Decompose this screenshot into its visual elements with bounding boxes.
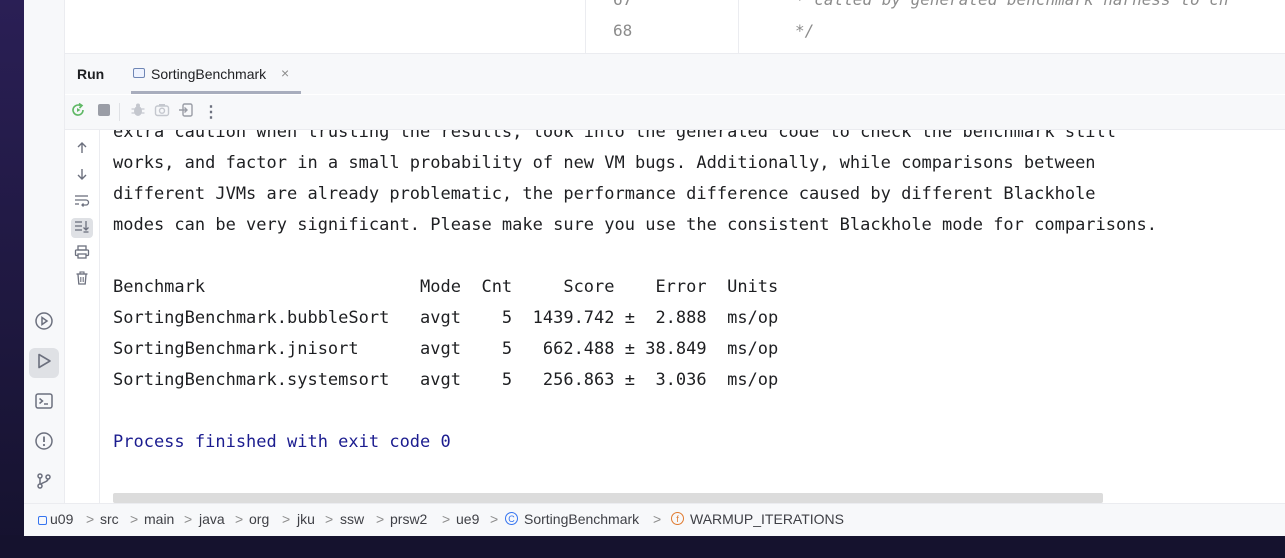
tab-label: SortingBenchmark (151, 66, 267, 82)
close-icon[interactable]: × (281, 65, 289, 81)
breadcrumb-item-field[interactable]: WARMUP_ITERATIONS (690, 511, 844, 527)
module-icon (38, 516, 47, 525)
breadcrumb-separator: > (86, 511, 95, 527)
benchmark-result-row: SortingBenchmark.bubbleSort avgt 5 1439.… (113, 308, 779, 328)
breadcrumb-item-jku[interactable]: jku (297, 511, 315, 527)
services-icon (34, 311, 54, 336)
run-panel-title: Run (77, 66, 105, 82)
line-number: 68 (613, 21, 633, 40)
code-editor[interactable]: 67 68 * called by generated benchmark ha… (65, 0, 1285, 54)
status-bar: u09 > src > main > java > org > jku > ss… (24, 503, 1285, 536)
breadcrumb-separator: > (325, 511, 334, 527)
breadcrumb-separator: > (376, 511, 385, 527)
code-line: * called by generated benchmark harness … (795, 0, 1228, 9)
gutter-divider (585, 0, 586, 53)
toolbar-divider (119, 103, 120, 121)
run-tool-button[interactable] (29, 348, 59, 378)
rerun-icon (70, 102, 86, 123)
breadcrumb-item-u09[interactable]: u09 (50, 511, 73, 527)
field-icon: f (671, 512, 684, 525)
console-line: modes can be very significant. Please ma… (113, 215, 1157, 235)
soft-wrap-icon (74, 193, 90, 212)
tab-sorting-benchmark[interactable]: SortingBenchmark × (131, 54, 301, 94)
stop-button[interactable] (95, 103, 113, 121)
breadcrumb-item-ue9[interactable]: ue9 (456, 511, 479, 527)
tab-active-indicator (131, 91, 301, 94)
down-arrow-icon (75, 167, 89, 186)
print-icon (74, 244, 90, 264)
class-icon: C (505, 512, 518, 525)
scroll-up-button[interactable] (71, 140, 93, 160)
breadcrumb-item-org[interactable]: org (249, 511, 269, 527)
left-tool-bar (24, 0, 65, 503)
more-icon[interactable]: ⋮ (202, 103, 220, 121)
problems-button[interactable] (29, 428, 59, 458)
line-number: 67 (613, 0, 653, 9)
breadcrumb-separator: > (235, 511, 244, 527)
horizontal-scrollbar[interactable] (113, 493, 1103, 503)
export-button[interactable] (177, 102, 195, 123)
problems-icon (34, 431, 54, 456)
scroll-down-button[interactable] (71, 166, 93, 186)
up-arrow-icon (75, 141, 89, 160)
breadcrumb-item-java[interactable]: java (199, 511, 225, 527)
benchmark-result-row: SortingBenchmark.systemsort avgt 5 256.8… (113, 370, 779, 390)
breadcrumb-item-ssw[interactable]: ssw (340, 511, 364, 527)
gutter-divider (738, 0, 739, 53)
console-output[interactable]: extra caution when trusting the results,… (100, 130, 1285, 503)
breadcrumb-separator: > (490, 511, 499, 527)
breadcrumb-separator: > (282, 511, 291, 527)
terminal-button[interactable] (29, 388, 59, 418)
breadcrumb-separator: > (653, 511, 662, 527)
print-button[interactable] (71, 244, 93, 264)
breadcrumb-separator: > (130, 511, 139, 527)
trash-icon (75, 270, 89, 290)
breadcrumb-separator: > (442, 511, 451, 527)
ide-window: 67 68 * called by generated benchmark ha… (24, 0, 1285, 536)
rerun-button[interactable] (69, 102, 87, 123)
scroll-to-end-button[interactable] (71, 218, 93, 238)
benchmark-table-header: Benchmark Mode Cnt Score Error Units (113, 277, 779, 297)
process-finished-message: Process finished with exit code 0 (113, 432, 451, 452)
breadcrumb-item-src[interactable]: src (100, 511, 119, 527)
benchmark-result-row: SortingBenchmark.jnisort avgt 5 662.488 … (113, 339, 779, 359)
stop-icon (97, 103, 111, 122)
desktop-background (0, 0, 24, 558)
breadcrumb-item-main[interactable]: main (144, 511, 174, 527)
desktop-background-bottom (0, 535, 1285, 558)
breadcrumb-item-prsw2[interactable]: prsw2 (390, 511, 427, 527)
soft-wrap-button[interactable] (71, 192, 93, 212)
camera-icon (154, 102, 170, 123)
console-line: works, and factor in a small probability… (113, 153, 1096, 173)
scroll-to-end-icon (74, 219, 90, 238)
breadcrumb-item-class[interactable]: SortingBenchmark (524, 511, 639, 527)
console-line: different JVMs are already problematic, … (113, 184, 1096, 204)
export-icon (178, 102, 194, 123)
run-icon (34, 351, 54, 376)
run-toolbar: ⋮ (65, 95, 1285, 130)
terminal-icon (34, 391, 54, 416)
services-button[interactable] (29, 308, 59, 338)
git-button[interactable] (29, 468, 59, 498)
breadcrumb-separator: > (184, 511, 193, 527)
run-config-icon (133, 68, 145, 78)
clear-all-button[interactable] (71, 270, 93, 290)
console-actions (65, 130, 100, 503)
debug-icon (130, 102, 146, 123)
code-line: */ (795, 21, 815, 40)
run-panel-header: Run SortingBenchmark × (65, 54, 1285, 94)
debug-button[interactable] (129, 103, 147, 121)
console-line: extra caution when trusting the results,… (113, 130, 1117, 142)
git-icon (34, 471, 54, 496)
screenshot-button[interactable] (153, 103, 171, 121)
